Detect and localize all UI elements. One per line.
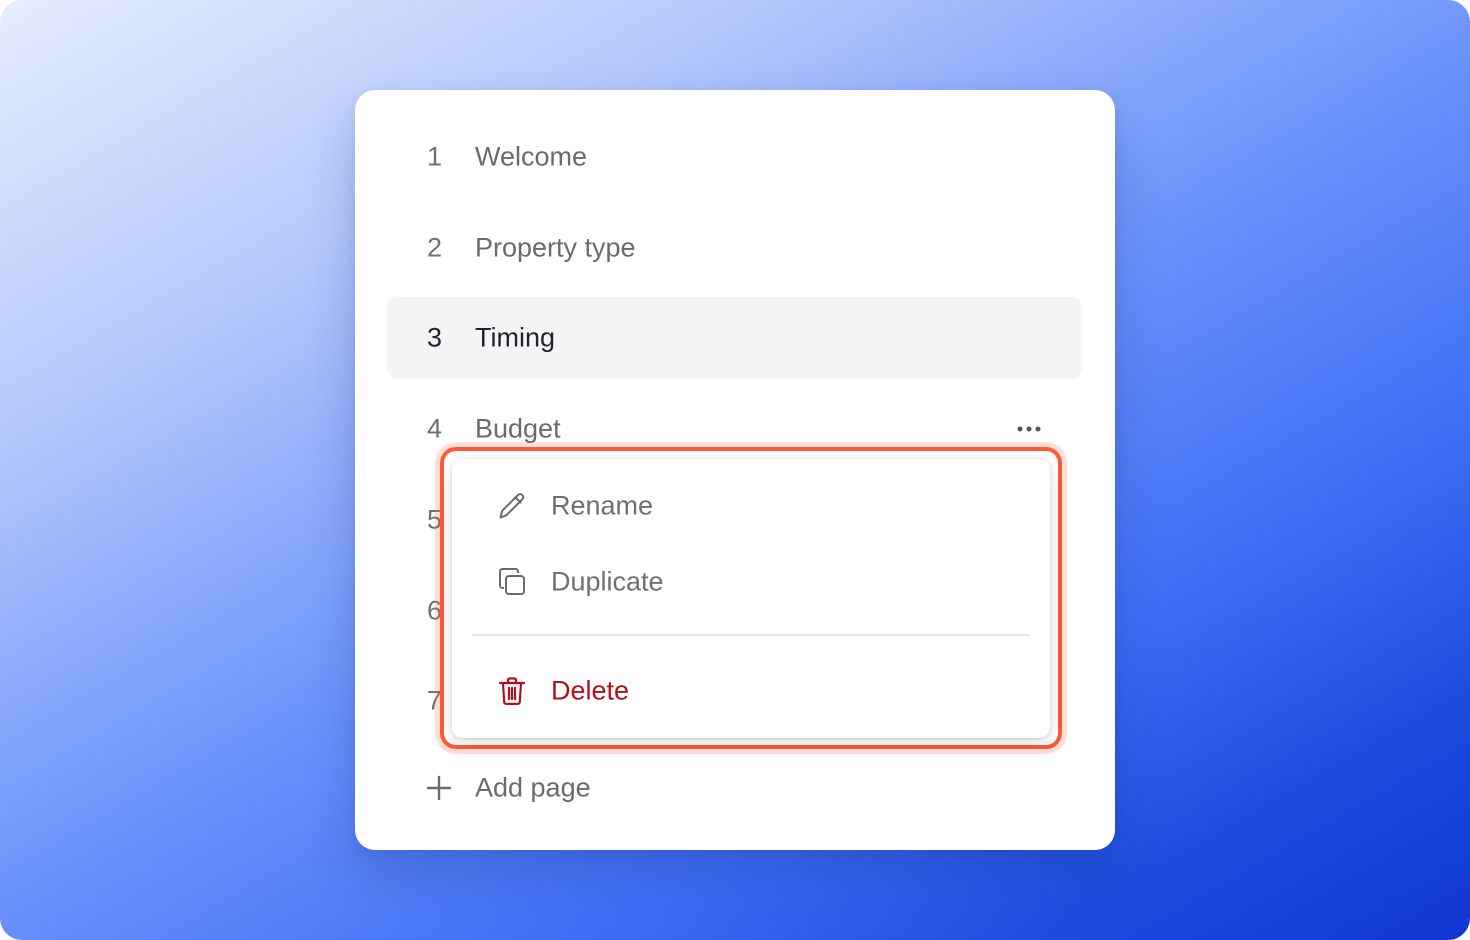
page-number: 1 [427,141,443,172]
page-label: Budget [475,413,561,444]
rename-menu-item[interactable]: Rename [472,474,1030,538]
page-row-timing[interactable]: 3 Timing [387,297,1082,379]
rename-label: Rename [551,490,654,521]
context-menu: Rename Duplicate Delete [452,459,1050,738]
page-number: 3 [427,322,443,353]
add-page-label: Add page [475,772,591,803]
gradient-background: 1 Welcome 2 Property type 3 Timing 4 Bud… [0,0,1470,940]
menu-divider [472,634,1030,636]
duplicate-label: Duplicate [551,566,664,597]
duplicate-icon [496,566,528,598]
page-row-welcome[interactable]: 1 Welcome [387,116,1082,198]
page-number: 4 [427,413,443,444]
duplicate-menu-item[interactable]: Duplicate [472,550,1030,614]
plus-icon [425,774,453,802]
page-label: Property type [475,232,636,263]
delete-label: Delete [551,675,630,706]
delete-menu-item[interactable]: Delete [472,659,1030,723]
page-row-property-type[interactable]: 2 Property type [387,207,1082,289]
pencil-icon [496,490,528,522]
more-options-icon[interactable] [1014,419,1044,439]
add-page-button[interactable]: Add page [387,753,1082,823]
page-label: Welcome [475,141,588,172]
page-number: 2 [427,232,443,263]
page-label: Timing [475,322,556,353]
trash-icon [496,675,528,707]
